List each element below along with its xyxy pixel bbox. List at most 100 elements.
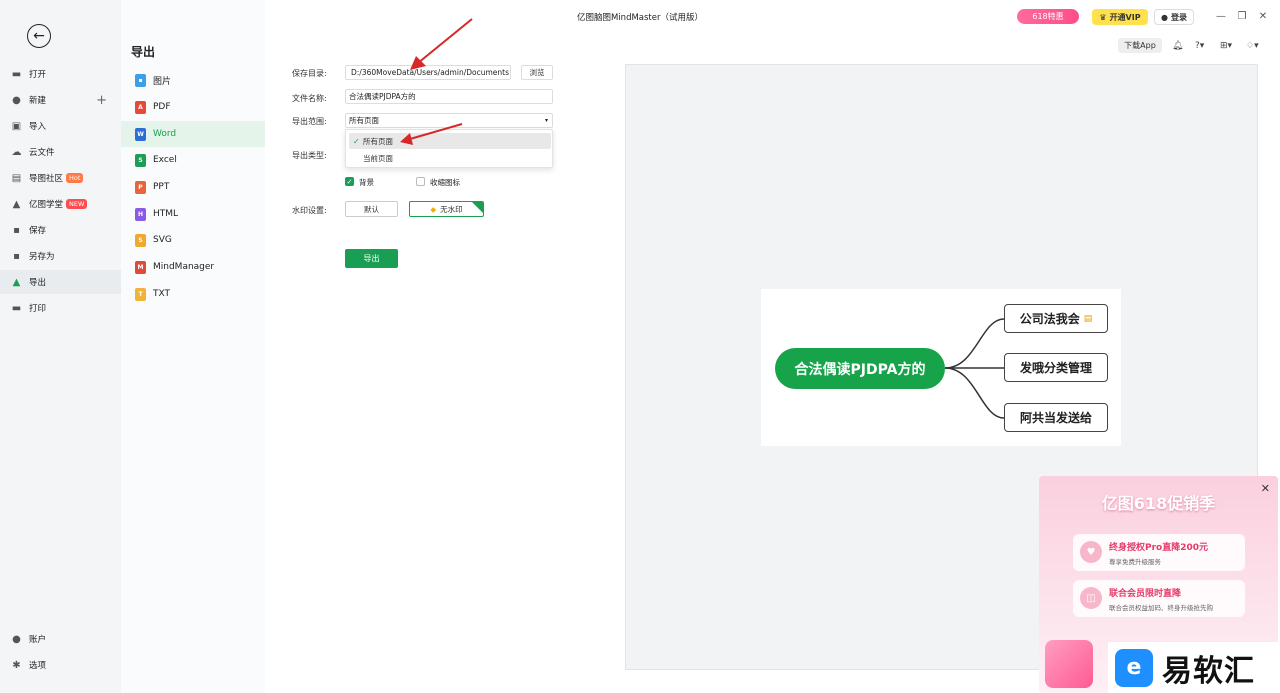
format-label: PDF: [153, 102, 171, 112]
sidebar-item-label: 另存为: [29, 252, 55, 262]
folder-icon: ▬: [11, 68, 22, 80]
check-icon: ✓: [353, 136, 360, 146]
watermark-label: 水印设置:: [292, 206, 327, 215]
excel-file-icon: S: [135, 153, 146, 167]
restore-icon: ❐: [1237, 10, 1247, 22]
gift-box-decoration: [1045, 640, 1093, 688]
close-window-button[interactable]: ✕: [1256, 9, 1270, 23]
format-item-excel[interactable]: S Excel: [121, 147, 265, 173]
account-icon: ●: [12, 633, 21, 645]
offer-title: 联合会员限时直降: [1109, 589, 1182, 599]
range-selected-value: 所有页面: [349, 116, 379, 125]
logo-icon: e: [1115, 648, 1153, 687]
format-item-image[interactable]: ▪ 图片: [121, 67, 265, 93]
range-label: 导出范围:: [292, 117, 327, 126]
format-panel: 导出 ▪ 图片 A PDF W Word S Excel P PPT H HTM…: [121, 0, 265, 693]
mindmanager-file-icon: M: [135, 260, 146, 274]
txt-file-icon: T: [135, 287, 146, 301]
sub-topic[interactable]: 发哦分类管理: [1004, 353, 1108, 382]
sidebar-item-label: 云文件: [29, 148, 55, 158]
user-icon: ●: [1161, 12, 1168, 22]
sidebar-item-academy[interactable]: ▲ 亿图学堂 NEW: [0, 192, 121, 216]
background-label: 背景: [359, 178, 374, 187]
format-item-ppt[interactable]: P PPT: [121, 174, 265, 200]
format-item-mindmanager[interactable]: M MindManager: [121, 254, 265, 280]
offer-card[interactable]: ♥ 终身授权Pro直降200元 尊享免费升级服务: [1073, 534, 1245, 571]
window-title: 亿图脑图MindMaster（试用版）: [576, 13, 703, 23]
sidebar-item-print[interactable]: ▬ 打印: [0, 296, 121, 320]
format-item-txt[interactable]: T TXT: [121, 281, 265, 307]
sub-topic[interactable]: 阿共当发送给: [1004, 403, 1108, 432]
offer-card[interactable]: ◫ 联合会员限时直降 联合会员权益加码、终身升级抢先购: [1073, 580, 1245, 617]
sidebar-item-label: 导出: [29, 278, 47, 288]
annotation-arrow-icon: [410, 18, 473, 70]
sidebar-item-new[interactable]: ● 新建 +: [0, 88, 121, 112]
format-label: TXT: [153, 289, 171, 299]
sidebar-item-options[interactable]: ✱ 选项: [0, 653, 121, 677]
panel-title: 导出: [131, 45, 156, 59]
sidebar-item-export[interactable]: ▲ 导出: [0, 270, 121, 294]
sidebar-item-import[interactable]: ▣ 导入: [0, 114, 121, 138]
watermark-none-button[interactable]: ◆ 无水印: [409, 201, 484, 217]
skin-icon[interactable]: ♢▾: [1246, 38, 1259, 53]
format-item-html[interactable]: H HTML: [121, 201, 265, 227]
sidebar-item-label: 新建: [29, 96, 47, 106]
sidebar-item-open[interactable]: ▬ 打开: [0, 62, 121, 86]
format-item-svg[interactable]: S SVG: [121, 227, 265, 253]
sidebar-item-label: 打印: [29, 304, 47, 314]
gift-icon: ◫: [1080, 587, 1102, 609]
restore-button[interactable]: ❐: [1235, 9, 1249, 23]
range-option-current[interactable]: 当前页面: [349, 150, 551, 166]
watermark-default-button[interactable]: 默认: [345, 201, 398, 217]
browse-button[interactable]: 浏览: [521, 65, 553, 80]
back-button[interactable]: ←: [27, 24, 51, 48]
sidebar-item-save-as[interactable]: ▪ 另存为: [0, 244, 121, 268]
type-label: 导出类型:: [292, 151, 327, 160]
shield-icon: ♥: [1080, 541, 1102, 563]
filename-label: 文件名称:: [292, 94, 327, 103]
export-button[interactable]: 导出: [345, 249, 398, 268]
vip-button[interactable]: ♛ 开通VIP: [1092, 9, 1148, 25]
watermark-text: 易软汇: [1162, 653, 1255, 689]
annotation-arrow-icon: [400, 123, 463, 145]
plus-icon[interactable]: +: [96, 93, 107, 108]
background-checkbox[interactable]: ✓: [345, 177, 354, 186]
sub-topic[interactable]: 公司法我会 ▤: [1004, 304, 1108, 333]
help-icon[interactable]: ?▾: [1195, 38, 1204, 53]
sidebar-item-save[interactable]: ▪ 保存: [0, 218, 121, 242]
filename-input[interactable]: 合法偶读PJDPA方的: [345, 89, 553, 104]
selected-corner-icon: [472, 202, 483, 213]
sidebar-item-community[interactable]: ▤ 导图社区 Hot: [0, 166, 121, 190]
sidebar-item-account[interactable]: ● 账户: [0, 627, 121, 651]
central-topic[interactable]: 合法偶读PJDPA方的: [775, 348, 945, 389]
collapse-icon-checkbox[interactable]: [416, 177, 425, 186]
bell-icon[interactable]: 🔔︎: [1172, 38, 1183, 53]
offer-subtitle: 联合会员权益加码、终身升级抢先购: [1109, 604, 1213, 612]
pdf-file-icon: A: [135, 100, 146, 114]
sidebar-item-label: 保存: [29, 226, 47, 236]
sidebar-item-label: 导入: [29, 122, 47, 132]
minimize-button[interactable]: —: [1214, 9, 1228, 23]
format-label: Word: [153, 129, 177, 139]
chevron-down-icon: ▾: [544, 117, 548, 124]
format-item-word[interactable]: W Word: [121, 121, 265, 147]
close-icon: ✕: [1258, 10, 1268, 22]
apps-icon[interactable]: ⊞▾: [1220, 38, 1232, 53]
format-item-pdf[interactable]: A PDF: [121, 94, 265, 120]
login-button[interactable]: ● 登录: [1154, 9, 1194, 25]
close-icon[interactable]: ✕: [1261, 482, 1270, 495]
sidebar-item-label: 导图社区: [29, 174, 64, 184]
cloud-icon: ☁: [11, 146, 22, 158]
option-label: 所有页面: [363, 136, 393, 146]
format-label: PPT: [153, 182, 170, 192]
sidebar-item-label: 亿图学堂: [29, 200, 64, 210]
download-app-button[interactable]: 下载App: [1118, 38, 1162, 53]
sidebar-item-cloud[interactable]: ☁ 云文件: [0, 140, 121, 164]
ppt-file-icon: P: [135, 180, 146, 194]
offer-title: 终身授权Pro直降200元: [1109, 543, 1209, 553]
login-label: 登录: [1170, 12, 1187, 22]
promo-pill[interactable]: 618特惠: [1017, 9, 1079, 24]
format-label: SVG: [153, 235, 172, 245]
format-label: MindManager: [153, 262, 215, 272]
note-icon: ▤: [1083, 313, 1093, 324]
